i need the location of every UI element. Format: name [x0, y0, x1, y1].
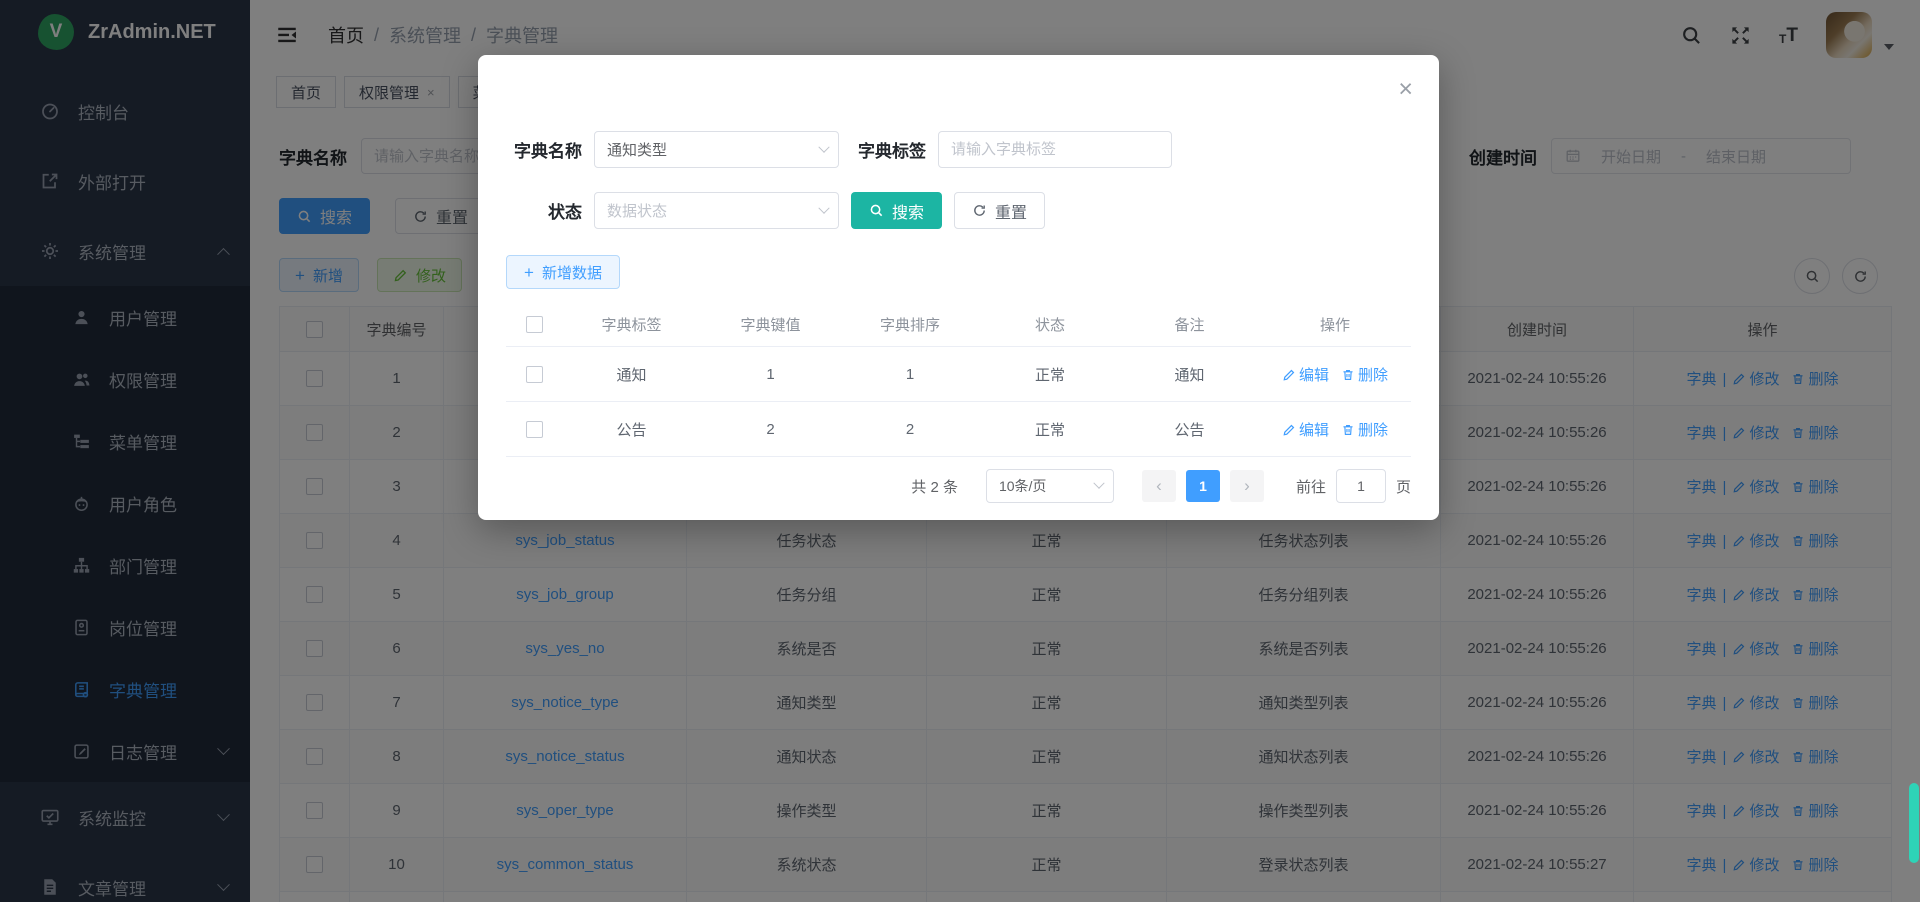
dict-data-dialog: × 字典名称 通知类型 字典标签 状态 数据状态 搜索 重置	[478, 55, 1439, 520]
modal-reset-button[interactable]: 重置	[954, 192, 1045, 229]
trash-icon	[1341, 368, 1355, 382]
status-label: 状态	[506, 198, 582, 223]
dict-tag-input[interactable]	[938, 131, 1172, 168]
modal-search-button[interactable]: 搜索	[851, 192, 942, 229]
col-sort: 字典排序	[840, 302, 980, 347]
table-header-row: 字典标签 字典键值 字典排序 状态 备注 操作	[506, 302, 1411, 347]
dict-data-table: 字典标签 字典键值 字典排序 状态 备注 操作 通知 1 1 正常 通知 编辑删…	[506, 302, 1411, 457]
status-select[interactable]: 数据状态	[594, 192, 839, 229]
edit-link[interactable]: 编辑	[1282, 367, 1329, 384]
modal-search-label: 搜索	[892, 199, 924, 223]
plus-icon: +	[524, 264, 534, 281]
dict-tag-label: 字典标签	[858, 137, 926, 162]
scrollbar-thumb[interactable]	[1909, 783, 1919, 863]
pagination-total: 共 2 条	[911, 476, 958, 497]
pencil-icon	[1282, 423, 1296, 437]
dict-name-select[interactable]: 通知类型	[594, 131, 839, 168]
page-number-button[interactable]: 1	[1186, 470, 1220, 502]
page-size-value: 10条/页	[999, 476, 1046, 496]
row-checkbox[interactable]	[526, 366, 543, 383]
close-icon[interactable]: ×	[1398, 77, 1413, 102]
refresh-icon	[972, 203, 987, 218]
status-select-placeholder: 数据状态	[607, 200, 667, 221]
row-checkbox[interactable]	[526, 421, 543, 438]
add-data-label: 新增数据	[542, 262, 602, 283]
trash-icon	[1341, 423, 1355, 437]
col-status: 状态	[980, 302, 1120, 347]
delete-link[interactable]: 删除	[1341, 367, 1388, 384]
col-value: 字典键值	[701, 302, 840, 347]
table-row: 通知 1 1 正常 通知 编辑删除	[506, 347, 1411, 402]
add-data-button[interactable]: + 新增数据	[506, 255, 620, 289]
goto-unit: 页	[1396, 476, 1411, 497]
table-row: 公告 2 2 正常 公告 编辑删除	[506, 402, 1411, 457]
search-icon	[869, 203, 884, 218]
dict-name-label: 字典名称	[506, 137, 582, 162]
page-size-select[interactable]: 10条/页	[986, 469, 1114, 503]
edit-link[interactable]: 编辑	[1282, 422, 1329, 439]
col-label: 字典标签	[562, 302, 701, 347]
modal-reset-label: 重置	[995, 199, 1027, 223]
pagination: 共 2 条 10条/页 ‹ 1 › 前往 页	[911, 469, 1411, 503]
prev-page-button[interactable]: ‹	[1142, 470, 1176, 502]
goto-label: 前往	[1296, 476, 1326, 497]
select-all-checkbox[interactable]	[526, 316, 543, 333]
dict-name-select-value: 通知类型	[607, 139, 667, 160]
next-page-button[interactable]: ›	[1230, 470, 1264, 502]
goto-page-input[interactable]	[1336, 469, 1386, 503]
col-action: 操作	[1259, 302, 1411, 347]
chevron-down-icon	[1093, 478, 1104, 489]
delete-link[interactable]: 删除	[1341, 422, 1388, 439]
chevron-down-icon	[818, 202, 829, 213]
pencil-icon	[1282, 368, 1296, 382]
app-root: V ZrAdmin.NET 控制台 外部打开 系统管理 用户管理	[0, 0, 1920, 902]
col-remark: 备注	[1120, 302, 1259, 347]
chevron-down-icon	[818, 141, 829, 152]
